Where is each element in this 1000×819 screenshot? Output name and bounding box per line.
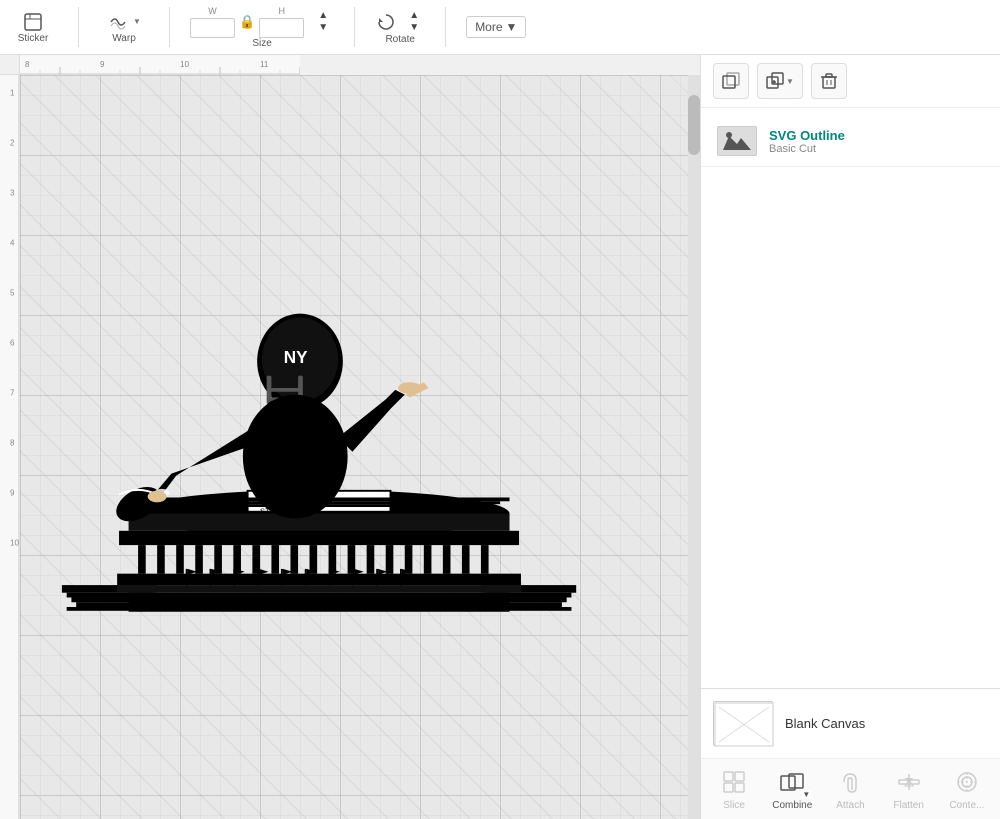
canvas-preview-label: Blank Canvas <box>785 716 865 731</box>
contour-tool[interactable]: Conte... <box>943 767 991 811</box>
sticker-tool[interactable]: Sticker <box>8 11 58 44</box>
sticker-label: Sticker <box>18 33 49 44</box>
combine-label: Combine <box>772 800 812 811</box>
sticker-icon <box>22 11 44 33</box>
panel-toolbar: ▼ <box>701 55 1000 108</box>
height-up-icon[interactable]: ▲ <box>312 10 334 22</box>
delete-layer-button[interactable] <box>811 63 847 99</box>
height-down-icon[interactable]: ▼ <box>312 22 334 34</box>
svg-text:8: 8 <box>10 439 15 448</box>
warp-chevron-icon: ▼ <box>133 17 141 26</box>
svg-text:6: 6 <box>10 339 15 348</box>
more-button[interactable]: More ▼ <box>466 16 526 38</box>
combine-tool[interactable]: ▼ Combine <box>768 767 816 811</box>
warp-icon <box>107 11 129 33</box>
right-panel: Layers Color Sync ✕ ▼ <box>700 0 1000 819</box>
layer-thumbnail <box>717 126 757 156</box>
svg-text:4: 4 <box>10 239 15 248</box>
top-toolbar: Sticker ▼ Warp W 🔒 H <box>0 0 1000 55</box>
divider-2 <box>169 7 170 47</box>
slice-label: Slice <box>723 800 745 811</box>
ruler-corner <box>0 55 20 75</box>
size-tool: W 🔒 H ▲ ▼ Size <box>190 6 334 49</box>
svg-text:NY: NY <box>284 347 308 367</box>
divider-4 <box>445 7 446 47</box>
contour-label: Conte... <box>949 800 984 811</box>
canvas-area[interactable]: GIANTS STADIUM NY <box>20 75 700 819</box>
svg-text:11: 11 <box>260 60 269 69</box>
slice-tool[interactable]: Slice <box>710 767 758 811</box>
svg-text:9: 9 <box>10 489 15 498</box>
bottom-toolbar: Slice ▼ Combine Attach <box>701 758 1000 819</box>
width-input[interactable] <box>190 18 235 38</box>
slice-icon <box>719 767 749 797</box>
vertical-scrollbar-track <box>688 75 700 819</box>
svg-text:3: 3 <box>10 189 15 198</box>
rotate-tool[interactable]: ▲ ▼ Rotate <box>375 10 425 45</box>
svg-text:8: 8 <box>25 60 30 69</box>
warp-tool[interactable]: ▼ Warp <box>99 11 149 44</box>
duplicate-layer-button[interactable] <box>713 63 749 99</box>
layer-name: SVG Outline <box>769 128 845 143</box>
flatten-icon <box>894 767 924 797</box>
flatten-label: Flatten <box>893 800 924 811</box>
attach-tool[interactable]: Attach <box>826 767 874 811</box>
svg-text:9: 9 <box>100 60 105 69</box>
combine-icon: ▼ <box>777 767 807 797</box>
combine-dropdown-arrow-icon: ▼ <box>801 790 811 799</box>
canvas-preview-thumbnail <box>713 701 773 746</box>
canvas-preview-area[interactable]: Blank Canvas <box>701 688 1000 758</box>
flatten-tool[interactable]: Flatten <box>885 767 933 811</box>
layer-list: SVG Outline Basic Cut <box>701 108 1000 688</box>
svg-text:1: 1 <box>10 89 15 98</box>
attach-label: Attach <box>836 800 864 811</box>
rotate-label: Rotate <box>385 34 414 45</box>
add-layer-chevron-icon: ▼ <box>786 77 794 86</box>
svg-text:7: 7 <box>10 389 15 398</box>
add-layer-button[interactable]: ▼ <box>757 63 803 99</box>
ruler-vertical: 1 2 3 4 5 6 7 8 9 10 <box>0 55 20 819</box>
contour-icon <box>952 767 982 797</box>
vertical-scrollbar-thumb[interactable] <box>688 95 700 155</box>
svg-text:5: 5 <box>10 289 15 298</box>
size-label: Size <box>252 38 271 49</box>
layer-info: SVG Outline Basic Cut <box>769 128 845 155</box>
rotate-down-icon[interactable]: ▼ <box>403 22 425 34</box>
canvas-content: GIANTS STADIUM NY <box>20 237 600 657</box>
artwork-svg: GIANTS STADIUM NY <box>20 247 590 647</box>
svg-text:10: 10 <box>180 60 189 69</box>
divider-3 <box>354 7 355 47</box>
layer-item[interactable]: SVG Outline Basic Cut <box>701 116 1000 167</box>
height-input[interactable] <box>259 18 304 38</box>
ruler-horizontal: 8 9 10 11 12 13 14 15 <box>20 55 300 75</box>
more-chevron-icon: ▼ <box>506 20 518 34</box>
warp-label: Warp <box>112 33 136 44</box>
svg-text:10: 10 <box>10 539 19 548</box>
divider-1 <box>78 7 79 47</box>
lock-icon[interactable]: 🔒 <box>239 14 255 30</box>
attach-icon <box>835 767 865 797</box>
layer-type: Basic Cut <box>769 143 845 155</box>
svg-text:2: 2 <box>10 139 15 148</box>
rotate-up-icon[interactable]: ▲ <box>403 10 425 22</box>
rotate-icon <box>375 11 397 33</box>
